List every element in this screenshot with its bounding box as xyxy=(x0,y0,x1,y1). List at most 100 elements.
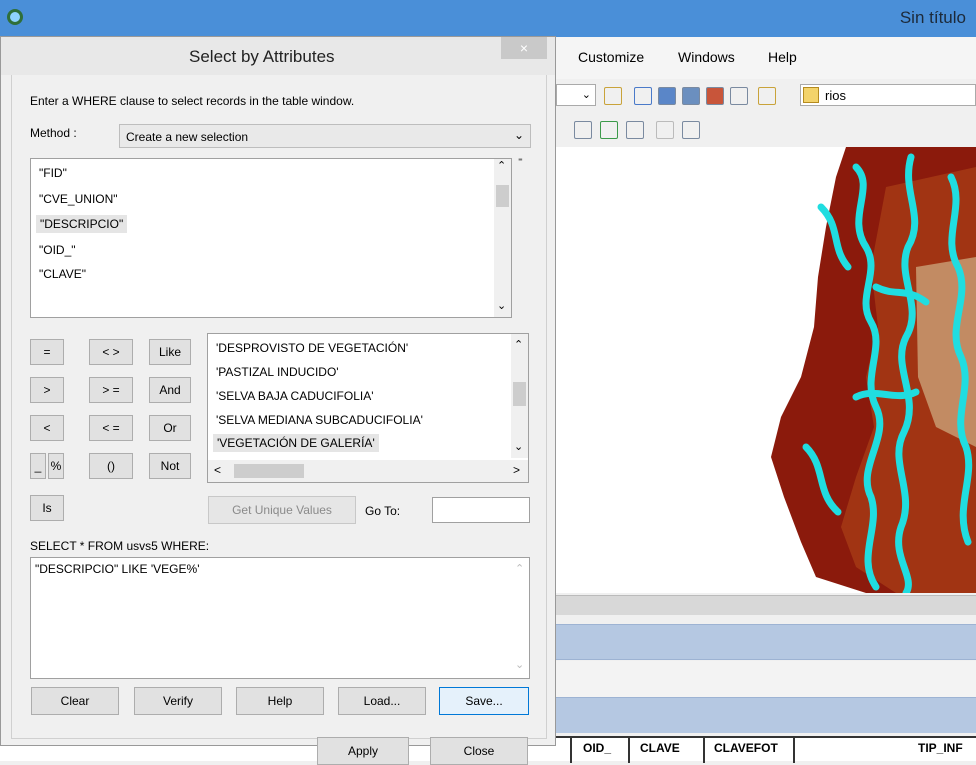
chevron-up-icon[interactable]: ⌃ xyxy=(515,562,524,575)
get-unique-values-button[interactable]: Get Unique Values xyxy=(208,496,356,524)
value-item-selected[interactable]: 'VEGETACIÓN DE GALERÍA' xyxy=(213,434,379,452)
value-item[interactable]: 'PASTIZAL INDUCIDO' xyxy=(216,365,339,379)
greater-equal-button[interactable]: > = xyxy=(89,377,133,403)
column-divider xyxy=(703,738,705,763)
chevron-right-icon[interactable]: > xyxy=(513,463,520,477)
not-button[interactable]: Not xyxy=(149,453,191,479)
value-item[interactable]: 'SELVA BAJA CADUCIFOLIA' xyxy=(216,389,374,403)
clear-button[interactable]: Clear xyxy=(31,687,119,715)
dialog-titlebar: Select by Attributes × xyxy=(1,37,555,75)
less-than-button[interactable]: < xyxy=(30,415,64,441)
fields-list[interactable]: "FID" "CVE_UNION" "DESCRIPCIO" "OID_" "C… xyxy=(30,158,512,318)
table-window-tabs xyxy=(556,697,976,733)
table-window-body xyxy=(556,661,976,697)
expand-icon[interactable]: ⁼ xyxy=(518,156,523,167)
and-button[interactable]: And xyxy=(149,377,191,403)
underscore-button[interactable]: _ xyxy=(30,453,46,479)
find-route-icon[interactable] xyxy=(600,121,618,139)
chevron-down-icon: ⌄ xyxy=(581,89,591,101)
values-vertical-scrollbar[interactable]: ⌃ ⌄ xyxy=(511,334,528,458)
search-window-icon[interactable] xyxy=(682,87,700,105)
toolbox-icon[interactable] xyxy=(706,87,724,105)
greater-than-button[interactable]: > xyxy=(30,377,64,403)
help-button[interactable]: Help xyxy=(236,687,324,715)
arcmap-icon xyxy=(4,6,26,28)
instruction-text: Enter a WHERE clause to select records i… xyxy=(30,94,355,108)
goto-input[interactable] xyxy=(432,497,530,523)
toolbar-standard: ⌄ rios xyxy=(556,79,976,113)
chevron-up-icon[interactable]: ⌃ xyxy=(497,159,506,172)
layer-dropdown[interactable]: rios xyxy=(800,84,976,106)
select-by-attributes-dialog: Select by Attributes × Enter a WHERE cla… xyxy=(0,36,556,765)
percent-button[interactable]: % xyxy=(48,453,64,479)
scrollbar-thumb[interactable] xyxy=(496,185,509,207)
or-button[interactable]: Or xyxy=(149,415,191,441)
method-dropdown[interactable]: Create a new selection ⌄ xyxy=(119,124,531,148)
field-item-descripcio[interactable]: "DESCRIPCIO" xyxy=(36,215,128,233)
map-view[interactable] xyxy=(556,147,976,593)
parentheses-button[interactable]: () xyxy=(89,453,133,479)
values-list[interactable]: 'DESPROVISTO DE VEGETACIÓN' 'PASTIZAL IN… xyxy=(207,333,529,483)
where-clause-textarea[interactable]: "DESCRIPCIO" LIKE 'VEGE%' ⌃ ⌄ xyxy=(30,557,530,679)
fields-scrollbar[interactable]: ⌃ ⌄ xyxy=(494,159,511,317)
menu-help[interactable]: Help xyxy=(768,49,797,65)
chevron-up-icon[interactable]: ⌃ xyxy=(514,338,523,351)
expression-scrollbar[interactable]: ⌃ ⌄ xyxy=(512,558,529,678)
column-header-tip-inf[interactable]: TIP_INF xyxy=(918,741,963,755)
column-header-oid[interactable]: OID_ xyxy=(583,741,611,755)
equals-button[interactable]: = xyxy=(30,339,64,365)
field-item-cve-union[interactable]: "CVE_UNION" xyxy=(39,192,118,206)
field-item-oid[interactable]: "OID_" xyxy=(39,243,76,257)
goto-label: Go To: xyxy=(365,504,401,518)
scrollbar-thumb[interactable] xyxy=(234,464,304,478)
field-item-fid[interactable]: "FID" xyxy=(39,166,67,180)
scrollbar-thumb[interactable] xyxy=(513,382,526,406)
map-canvas xyxy=(771,147,976,593)
column-divider xyxy=(793,738,795,763)
save-button[interactable]: Save... xyxy=(439,687,529,715)
verify-button[interactable]: Verify xyxy=(134,687,222,715)
chevron-down-icon[interactable]: ⌄ xyxy=(497,299,506,312)
editor-icon[interactable] xyxy=(604,87,622,105)
chevron-left-icon[interactable]: < xyxy=(214,463,221,477)
menu-windows[interactable]: Windows xyxy=(678,49,735,65)
table-icon[interactable] xyxy=(634,87,652,105)
is-button[interactable]: Is xyxy=(30,495,64,521)
load-button[interactable]: Load... xyxy=(338,687,426,715)
magnifier-window-icon[interactable] xyxy=(682,121,700,139)
time-slider-icon[interactable] xyxy=(656,121,674,139)
not-equal-button[interactable]: < > xyxy=(89,339,133,365)
python-window-icon[interactable] xyxy=(730,87,748,105)
dialog-title: Select by Attributes xyxy=(189,47,335,66)
go-to-xy-icon[interactable] xyxy=(626,121,644,139)
app-title: Sin título xyxy=(899,8,966,27)
toolbar-tools xyxy=(556,113,976,147)
field-item-clave[interactable]: "CLAVE" xyxy=(39,267,86,281)
table-window-header xyxy=(556,624,976,660)
select-from-label: SELECT * FROM usvs5 WHERE: xyxy=(30,539,210,553)
value-item[interactable]: 'DESPROVISTO DE VEGETACIÓN' xyxy=(216,341,408,355)
close-icon[interactable]: × xyxy=(501,37,547,59)
column-header-clavefot[interactable]: CLAVEFOT xyxy=(714,741,778,755)
modelbuilder-icon[interactable] xyxy=(758,87,776,105)
catalog-icon[interactable] xyxy=(658,87,676,105)
app-titlebar: Sin título xyxy=(0,0,976,37)
where-clause-text: "DESCRIPCIO" LIKE 'VEGE%' xyxy=(35,562,200,576)
column-divider xyxy=(628,738,630,763)
menu-customize[interactable]: Customize xyxy=(578,49,644,65)
scale-dropdown[interactable]: ⌄ xyxy=(556,84,596,106)
less-equal-button[interactable]: < = xyxy=(89,415,133,441)
column-header-clave[interactable]: CLAVE xyxy=(640,741,680,755)
method-label: Method : xyxy=(30,126,77,140)
dialog-body: Enter a WHERE clause to select records i… xyxy=(11,75,547,765)
like-button[interactable]: Like xyxy=(149,339,191,365)
values-horizontal-scrollbar[interactable]: < > xyxy=(208,460,528,482)
layer-icon xyxy=(803,87,819,103)
layer-dropdown-value: rios xyxy=(825,88,846,103)
chevron-down-icon[interactable]: ⌄ xyxy=(514,440,523,453)
value-item[interactable]: 'SELVA MEDIANA SUBCADUCIFOLIA' xyxy=(216,413,423,427)
binoculars-icon[interactable] xyxy=(574,121,592,139)
chevron-down-icon[interactable]: ⌄ xyxy=(515,658,524,671)
map-horizontal-scrollbar[interactable] xyxy=(556,595,976,615)
chevron-down-icon: ⌄ xyxy=(513,128,524,142)
